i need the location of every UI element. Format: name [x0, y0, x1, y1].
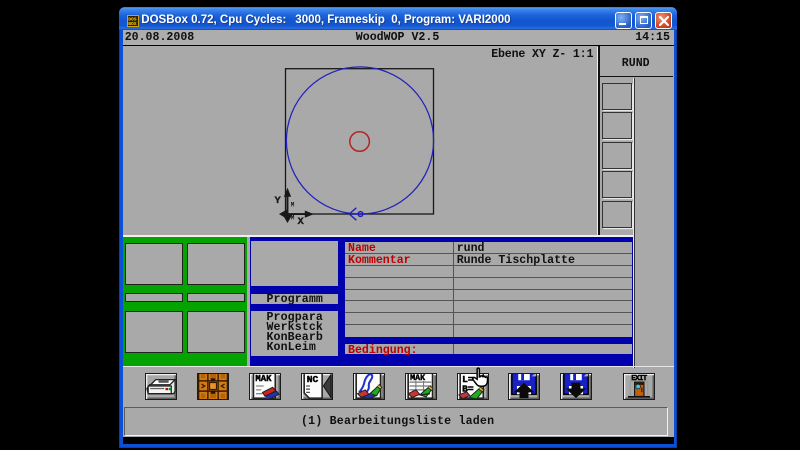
svg-text:M: M — [290, 202, 294, 209]
svg-text:BOX: BOX — [128, 21, 137, 26]
svg-text:Y: Y — [274, 195, 281, 207]
svg-text:M: M — [290, 215, 294, 222]
svg-text:NC: NC — [307, 374, 319, 385]
svg-text:MAK: MAK — [256, 374, 273, 384]
svg-text:X: X — [297, 216, 304, 228]
